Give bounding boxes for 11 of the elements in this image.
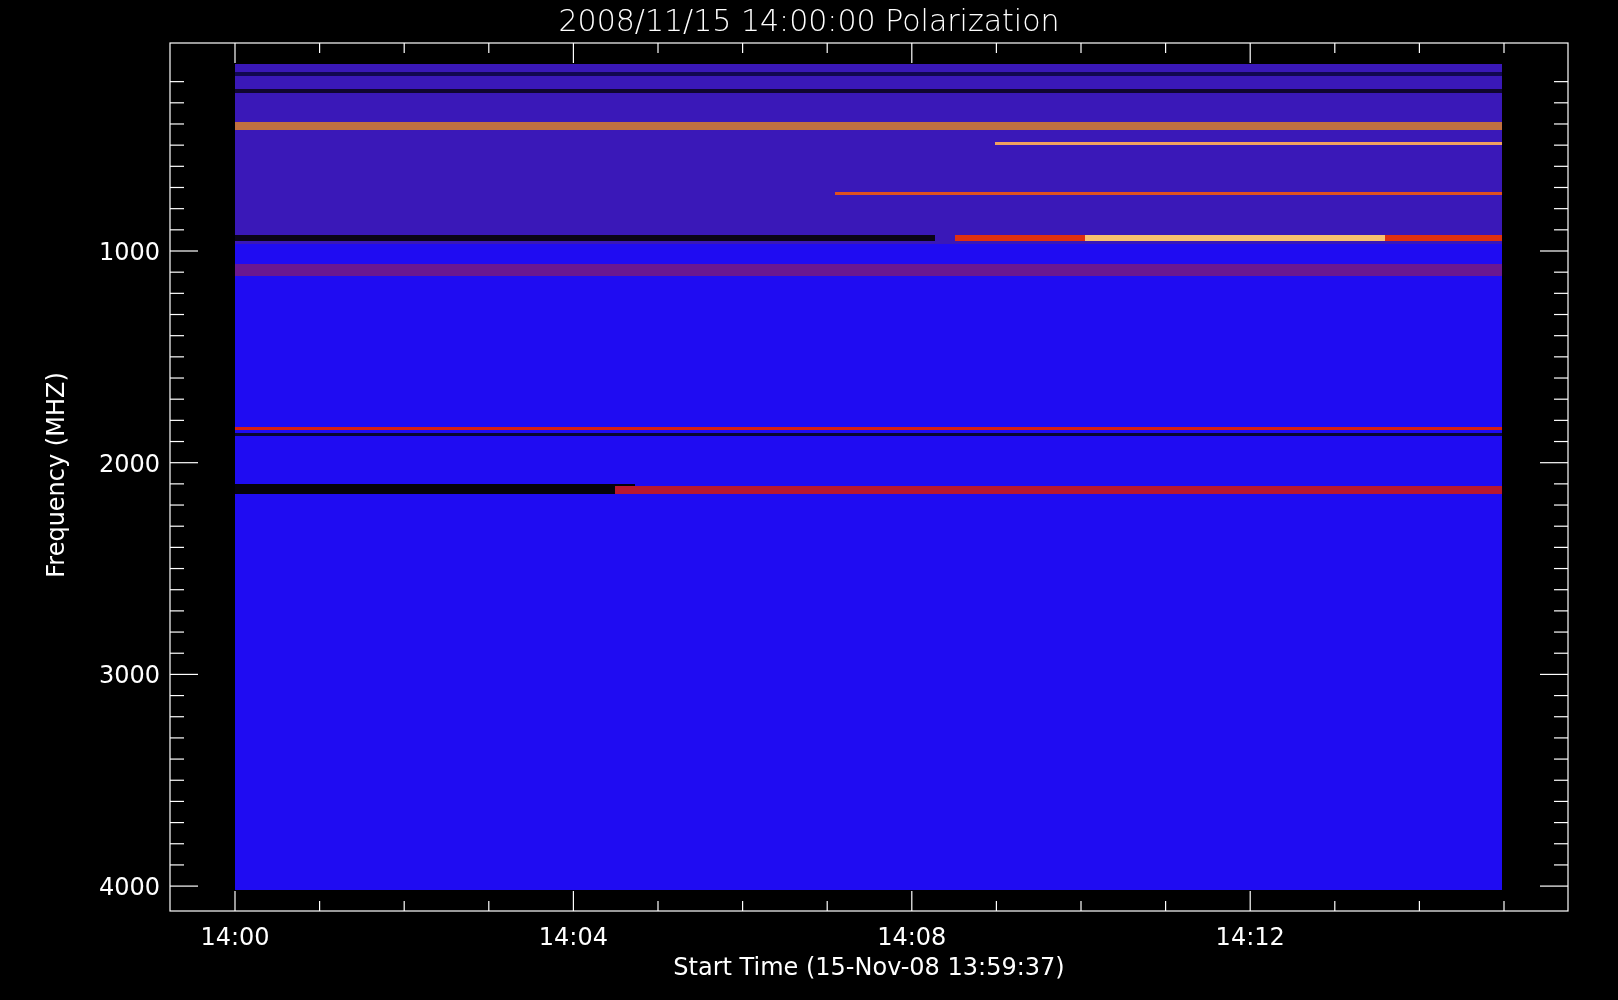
- y-tick-label: 3000: [98, 661, 160, 690]
- x-tick-label: 14:00: [200, 923, 270, 951]
- x-tick-label: 14:08: [877, 923, 947, 951]
- y-tick-label: 4000: [98, 873, 160, 902]
- x-tick-label: 14:04: [538, 923, 608, 951]
- x-tick-label: 14:12: [1215, 923, 1285, 951]
- y-tick-label: 1000: [98, 238, 160, 266]
- chart-title: 2008/11/15 14:00:00 Polarization: [558, 3, 1060, 38]
- x-axis-label: Start Time (15-Nov-08 13:59:37): [673, 953, 1065, 981]
- y-tick-label: 2000: [98, 449, 160, 478]
- y-axis-label: Frequency (MHZ): [42, 372, 70, 578]
